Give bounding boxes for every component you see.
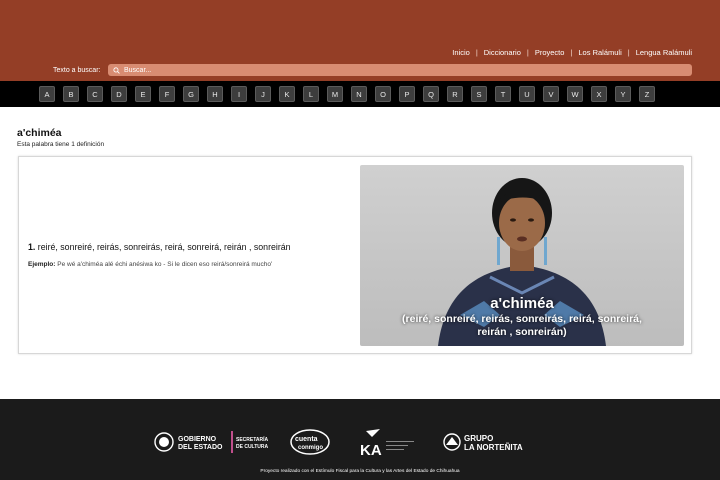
pronunciation-video[interactable]: a'chiméa (reiré, sonreiré, reirás, sonre… <box>360 165 684 346</box>
cuenta-conmigo-logo: cuenta conmigo <box>290 429 330 455</box>
search-bar[interactable] <box>108 64 692 76</box>
letter-button-c[interactable]: C <box>87 86 103 102</box>
definition-text: reiré, sonreiré, reirás, sonreirás, reir… <box>37 242 291 252</box>
definition-card: 1. reiré, sonreiré, reirás, sonreirás, r… <box>18 156 692 354</box>
nav-proyecto[interactable]: Proyecto <box>535 48 565 57</box>
nav-los-ralamuli[interactable]: Los Ralámuli <box>578 48 621 57</box>
letter-button-z[interactable]: Z <box>639 86 655 102</box>
site-footer: GOBIERNO DEL ESTADO SECRETARÍA DE CULTUR… <box>0 399 720 480</box>
video-caption-translation: (reiré, sonreiré, reirás, sonreirás, rei… <box>402 313 642 338</box>
search-icon <box>113 66 120 74</box>
letter-button-s[interactable]: S <box>471 86 487 102</box>
letter-button-y[interactable]: Y <box>615 86 631 102</box>
search-label: Texto a buscar: <box>53 67 101 74</box>
eka-logo: KA <box>360 429 414 459</box>
nav-lengua-ralamuli[interactable]: Lengua Ralámuli <box>636 48 692 57</box>
letter-button-r[interactable]: R <box>447 86 463 102</box>
eka-text: KA <box>360 442 382 459</box>
letter-button-n[interactable]: N <box>351 86 367 102</box>
grupo-line2: LA NORTEÑITA <box>464 443 523 452</box>
letter-button-d[interactable]: D <box>111 86 127 102</box>
alphabet-bar: ABCDEFGHIJKLMNOPQRSTUVWXYZ <box>0 81 720 107</box>
letter-button-b[interactable]: B <box>63 86 79 102</box>
letter-button-h[interactable]: H <box>207 86 223 102</box>
nav-separator: | <box>526 48 529 57</box>
example-label: Ejemplo: <box>28 261 56 268</box>
letter-button-v[interactable]: V <box>543 86 559 102</box>
letter-button-f[interactable]: F <box>159 86 175 102</box>
definition-count: Esta palabra tiene 1 definición <box>17 141 105 148</box>
site-header: Inicio | Diccionario | Proyecto | Los Ra… <box>0 0 720 81</box>
letter-button-a[interactable]: A <box>39 86 55 102</box>
nav-separator: | <box>475 48 478 57</box>
definition-number: 1. <box>28 242 36 252</box>
letter-button-p[interactable]: P <box>399 86 415 102</box>
letter-button-e[interactable]: E <box>135 86 151 102</box>
gobierno-estado-logo: GOBIERNO DEL ESTADO SECRETARÍA DE CULTUR… <box>154 431 269 453</box>
letter-button-u[interactable]: U <box>519 86 535 102</box>
definition-example: Ejemplo: Pe wé a'chiméa alé échi anésiwa… <box>28 261 272 268</box>
definition-item: 1. reiré, sonreiré, reirás, sonreirás, r… <box>28 242 291 252</box>
nav-separator: | <box>570 48 573 57</box>
footer-note: Proyecto realizado con el Estímulo Fisca… <box>260 469 460 474</box>
letter-button-l[interactable]: L <box>303 86 319 102</box>
cuenta-line1: cuenta <box>295 436 318 443</box>
search-input[interactable] <box>124 64 684 76</box>
gobierno-line1: GOBIERNO <box>178 436 217 443</box>
letter-button-x[interactable]: X <box>591 86 607 102</box>
letter-button-m[interactable]: M <box>327 86 343 102</box>
cuenta-line2: conmigo <box>298 445 323 451</box>
sponsor-logos: GOBIERNO DEL ESTADO SECRETARÍA DE CULTUR… <box>154 429 523 459</box>
grupo-la-nortenita-logo: GRUPO LA NORTEÑITA <box>443 433 523 452</box>
letter-button-j[interactable]: J <box>255 86 271 102</box>
main-nav: Inicio | Diccionario | Proyecto | Los Ra… <box>452 48 692 57</box>
letter-button-k[interactable]: K <box>279 86 295 102</box>
nav-inicio[interactable]: Inicio <box>452 48 470 57</box>
letter-button-t[interactable]: T <box>495 86 511 102</box>
secretaria-line1: SECRETARÍA <box>236 435 269 443</box>
alphabet-buttons: ABCDEFGHIJKLMNOPQRSTUVWXYZ <box>39 86 655 102</box>
example-text: Pe wé a'chiméa alé échi anésiwa ko - Si … <box>57 261 273 268</box>
letter-button-o[interactable]: O <box>375 86 391 102</box>
letter-button-i[interactable]: I <box>231 86 247 102</box>
secretaria-line2: DE CULTURA <box>236 444 269 450</box>
letter-button-w[interactable]: W <box>567 86 583 102</box>
gobierno-line2: DEL ESTADO <box>178 444 223 451</box>
letter-button-g[interactable]: G <box>183 86 199 102</box>
grupo-line1: GRUPO <box>464 434 493 443</box>
word-title: a'chiméa <box>17 127 62 139</box>
nav-diccionario[interactable]: Diccionario <box>484 48 521 57</box>
letter-button-q[interactable]: Q <box>423 86 439 102</box>
video-caption-word: a'chiméa <box>490 295 554 312</box>
nav-separator: | <box>627 48 630 57</box>
